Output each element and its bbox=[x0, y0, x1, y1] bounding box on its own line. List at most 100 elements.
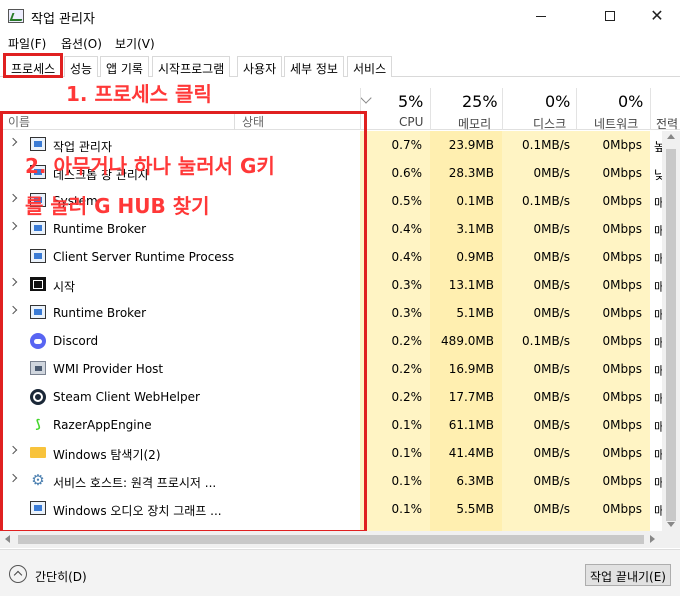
menu-file[interactable]: 파일(F) bbox=[8, 35, 46, 52]
horizontal-scrollbar[interactable] bbox=[0, 531, 680, 548]
memory-value: 0.9MB bbox=[456, 250, 494, 264]
discord-icon bbox=[30, 333, 46, 349]
memory-value: 17.7MB bbox=[448, 390, 494, 404]
column-disk-percent[interactable]: 0% bbox=[545, 92, 570, 111]
expand-chevron-icon[interactable] bbox=[8, 305, 18, 315]
table-row[interactable]: Windows 탐색기(2) 0.1% 41.4MB 0MB/s 0Mbps 매 bbox=[0, 439, 680, 467]
table-row[interactable]: ⟆ RazerAppEngine 0.1% 61.1MB 0MB/s 0Mbps 매 bbox=[0, 411, 680, 439]
column-divider bbox=[650, 88, 651, 130]
razer-icon: ⟆ bbox=[35, 417, 41, 431]
table-row[interactable]: ⚙ 서비스 호스트: 원격 프로시저 ... 0.1% 6.3MB 0MB/s 0Mbps… bbox=[0, 467, 680, 495]
maximize-button[interactable] bbox=[587, 0, 633, 32]
process-name: Steam Client WebHelper bbox=[53, 390, 200, 404]
column-memory-percent[interactable]: 25% bbox=[462, 92, 498, 111]
disk-value: 0MB/s bbox=[533, 474, 570, 488]
memory-value: 16.9MB bbox=[448, 362, 494, 376]
disk-value: 0.1MB/s bbox=[522, 334, 570, 348]
tab-performance[interactable]: 성능 bbox=[64, 56, 99, 77]
column-cpu-percent[interactable]: 5% bbox=[398, 92, 423, 111]
close-button[interactable]: ✕ bbox=[634, 0, 680, 32]
network-value: 0Mbps bbox=[602, 306, 642, 320]
horizontal-scroll-thumb[interactable] bbox=[18, 535, 644, 544]
expand-chevron-icon[interactable] bbox=[8, 277, 18, 287]
network-value: 0Mbps bbox=[602, 474, 642, 488]
table-row[interactable]: 시작 0.3% 13.1MB 0MB/s 0Mbps 매 bbox=[0, 271, 680, 299]
vertical-scroll-thumb[interactable] bbox=[666, 149, 676, 521]
column-power[interactable]: 전력 bbox=[656, 115, 678, 132]
network-value: 0Mbps bbox=[602, 250, 642, 264]
cpu-value: 0.2% bbox=[391, 334, 423, 348]
cpu-value: 0.5% bbox=[391, 194, 423, 208]
table-row[interactable]: Discord 0.2% 489.0MB 0.1MB/s 0Mbps 매 bbox=[0, 327, 680, 355]
title-bar: 작업 관리자 ✕ bbox=[0, 0, 680, 32]
window-icon bbox=[30, 221, 46, 235]
disk-value: 0MB/s bbox=[533, 418, 570, 432]
process-name: 시작 bbox=[53, 280, 76, 294]
column-disk[interactable]: 디스크 bbox=[533, 115, 566, 132]
tab-processes[interactable]: 프로세스 bbox=[3, 53, 64, 78]
table-row[interactable]: Runtime Broker 0.4% 3.1MB 0MB/s 0Mbps 매 bbox=[0, 215, 680, 243]
expand-chevron-icon[interactable] bbox=[8, 193, 18, 203]
column-network[interactable]: 네트워크 bbox=[594, 115, 638, 132]
scroll-right-icon[interactable] bbox=[650, 535, 655, 543]
fewer-details-link[interactable]: 간단히(D) bbox=[35, 568, 87, 585]
cpu-value: 0.6% bbox=[391, 166, 423, 180]
cpu-value: 0.3% bbox=[391, 306, 423, 320]
tab-startup[interactable]: 시작프로그램 bbox=[152, 56, 231, 77]
vertical-scrollbar[interactable] bbox=[662, 131, 680, 531]
table-row[interactable]: Steam Client WebHelper 0.2% 17.7MB 0MB/s 0Mb… bbox=[0, 383, 680, 411]
memory-value: 61.1MB bbox=[448, 418, 494, 432]
network-value: 0Mbps bbox=[602, 222, 642, 236]
disk-value: 0MB/s bbox=[533, 278, 570, 292]
process-name: Discord bbox=[53, 334, 99, 348]
wmi-icon bbox=[30, 361, 46, 375]
column-network-percent[interactable]: 0% bbox=[618, 92, 643, 111]
table-row[interactable]: Client Server Runtime Process 0.4% 0.9MB 0M… bbox=[0, 243, 680, 271]
table-row[interactable]: Windows 오디오 장치 그래프 ... 0.1% 5.5MB 0MB/s 0Mbp… bbox=[0, 495, 680, 523]
end-task-button[interactable]: 작업 끝내기(E) bbox=[585, 564, 671, 586]
expand-chevron-icon[interactable] bbox=[8, 137, 18, 147]
process-name: Runtime Broker bbox=[53, 222, 147, 236]
cpu-value: 0.2% bbox=[391, 390, 423, 404]
disk-value: 0MB/s bbox=[533, 362, 570, 376]
network-value: 0Mbps bbox=[602, 446, 642, 460]
scroll-down-icon[interactable] bbox=[667, 522, 675, 527]
scroll-up-icon[interactable] bbox=[667, 134, 675, 139]
expand-chevron-icon[interactable] bbox=[8, 473, 18, 483]
network-value: 0Mbps bbox=[602, 362, 642, 376]
memory-value: 3.1MB bbox=[456, 222, 494, 236]
menu-options[interactable]: 옵션(O) bbox=[61, 35, 102, 52]
menu-bar: 파일(F) 옵션(O) 보기(V) bbox=[0, 32, 680, 52]
minimize-button[interactable] bbox=[518, 0, 564, 32]
process-name: WMI Provider Host bbox=[53, 362, 164, 376]
column-memory[interactable]: 메모리 bbox=[458, 115, 491, 132]
disk-value: 0.1MB/s bbox=[522, 194, 570, 208]
column-divider bbox=[502, 88, 503, 130]
network-value: 0Mbps bbox=[602, 334, 642, 348]
folder-icon bbox=[30, 447, 46, 458]
network-value: 0Mbps bbox=[602, 278, 642, 292]
maximize-icon bbox=[605, 11, 615, 21]
process-name: Client Server Runtime Process bbox=[53, 250, 235, 264]
column-cpu[interactable]: CPU bbox=[399, 115, 423, 129]
memory-value: 13.1MB bbox=[448, 278, 494, 292]
menu-view[interactable]: 보기(V) bbox=[115, 35, 155, 52]
window-icon bbox=[30, 305, 46, 319]
sort-chevron-icon[interactable] bbox=[360, 92, 372, 104]
collapse-icon[interactable] bbox=[9, 565, 27, 583]
expand-chevron-icon[interactable] bbox=[8, 221, 18, 231]
network-value: 0Mbps bbox=[602, 194, 642, 208]
table-row[interactable]: Runtime Broker 0.3% 5.1MB 0MB/s 0Mbps 매 bbox=[0, 299, 680, 327]
column-name[interactable]: 이름 bbox=[8, 113, 30, 130]
column-status[interactable]: 상태 bbox=[242, 113, 264, 130]
tab-app-history[interactable]: 앱 기록 bbox=[100, 56, 149, 77]
expand-chevron-icon[interactable] bbox=[8, 445, 18, 455]
tab-details[interactable]: 세부 정보 bbox=[284, 56, 344, 77]
tab-users[interactable]: 사용자 bbox=[237, 56, 283, 77]
table-row[interactable]: WMI Provider Host 0.2% 16.9MB 0MB/s 0Mbps 매 bbox=[0, 355, 680, 383]
annotation-step2-line1: 2. 아무거나 하나 눌러서 G키 bbox=[25, 154, 275, 178]
scroll-left-icon[interactable] bbox=[5, 535, 10, 543]
window-icon bbox=[30, 501, 46, 515]
tab-services[interactable]: 서비스 bbox=[347, 56, 393, 77]
minimize-icon bbox=[536, 15, 546, 17]
